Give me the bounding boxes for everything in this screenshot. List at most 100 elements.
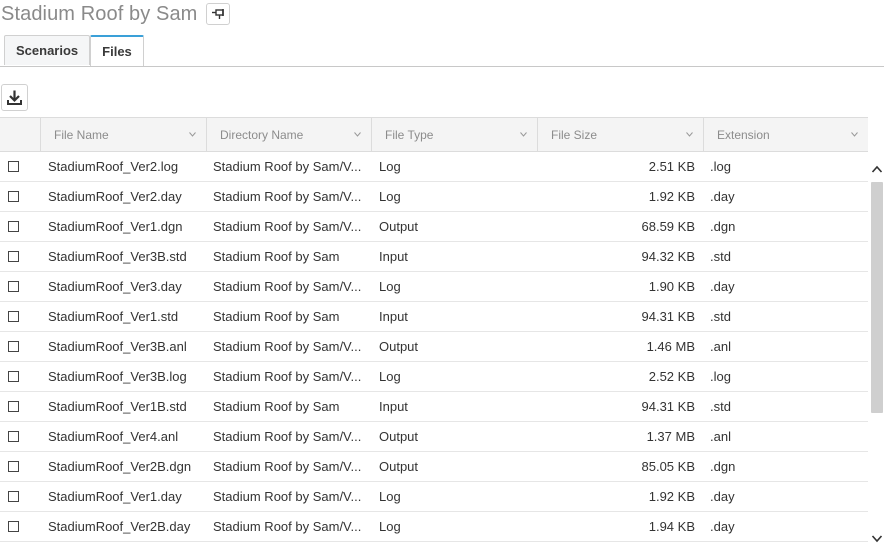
tab-scenarios[interactable]: Scenarios — [4, 35, 91, 65]
directory-name-cell: Stadium Roof by Sam/V... — [213, 219, 362, 234]
vertical-scrollbar[interactable] — [868, 152, 886, 544]
title-row: Stadium Roof by Sam — [0, 0, 231, 28]
file-type-cell: Log — [379, 519, 401, 534]
row-checkbox[interactable] — [8, 341, 19, 352]
row-checkbox[interactable] — [8, 221, 19, 232]
column-header-label: Extension — [717, 127, 770, 142]
download-button[interactable] — [1, 84, 28, 111]
row-checkbox[interactable] — [8, 281, 19, 292]
file-size-cell: 1.94 KB — [648, 519, 695, 534]
file-size-cell: 68.59 KB — [641, 219, 696, 234]
file-name-cell: StadiumRoof_Ver1.dgn — [48, 219, 183, 234]
row-checkbox[interactable] — [8, 401, 19, 412]
directory-name-cell: Stadium Roof by Sam/V... — [213, 189, 362, 204]
scroll-down-icon[interactable] — [871, 534, 883, 544]
directory-name-cell: Stadium Roof by Sam/V... — [213, 519, 362, 534]
file-name-cell: StadiumRoof_Ver4.anl — [48, 429, 179, 444]
chevron-down-icon[interactable] — [520, 131, 527, 138]
directory-name-cell: Stadium Roof by Sam — [213, 249, 340, 264]
column-header-file-size[interactable]: File Size — [537, 118, 703, 151]
table-row[interactable]: StadiumRoof_Ver3.day Stadium Roof by Sam/… — [0, 272, 868, 302]
row-checkbox[interactable] — [8, 371, 19, 382]
table-row[interactable]: StadiumRoof_Ver1.std Stadium Roof by Sam I… — [0, 302, 868, 332]
table-row[interactable]: StadiumRoof_Ver4.anl Stadium Roof by Sam/… — [0, 422, 868, 452]
row-checkbox[interactable] — [8, 461, 19, 472]
file-name-cell: StadiumRoof_Ver3B.anl — [48, 339, 187, 354]
file-name-cell: StadiumRoof_Ver1.day — [48, 489, 182, 504]
file-type-cell: Log — [379, 159, 401, 174]
extension-cell: .day — [710, 489, 735, 504]
grid-header: File Name Directory Name File Type File … — [0, 117, 868, 152]
column-header-file-type[interactable]: File Type — [371, 118, 537, 151]
file-grid-body: StadiumRoof_Ver2.log Stadium Roof by Sam/… — [0, 152, 868, 542]
directory-name-cell: Stadium Roof by Sam/V... — [213, 369, 362, 384]
scrollbar-thumb[interactable] — [871, 182, 883, 413]
extension-cell: .std — [710, 249, 731, 264]
table-row[interactable]: StadiumRoof_Ver2B.day Stadium Roof by Sam… — [0, 512, 868, 542]
file-type-cell: Log — [379, 489, 401, 504]
file-name-cell: StadiumRoof_Ver3B.log — [48, 369, 187, 384]
file-type-cell: Log — [379, 369, 401, 384]
row-checkbox[interactable] — [8, 491, 19, 502]
file-name-cell: StadiumRoof_Ver1.std — [48, 309, 179, 324]
file-type-cell: Log — [379, 279, 401, 294]
file-type-cell: Output — [379, 429, 419, 444]
row-checkbox[interactable] — [8, 431, 19, 442]
table-row[interactable]: StadiumRoof_Ver1B.std Stadium Roof by Sam… — [0, 392, 868, 422]
directory-name-cell: Stadium Roof by Sam/V... — [213, 429, 362, 444]
chevron-down-icon[interactable] — [189, 131, 196, 138]
download-icon — [7, 90, 22, 105]
file-size-cell: 1.90 KB — [648, 279, 695, 294]
column-header-directory-name[interactable]: Directory Name — [206, 118, 371, 151]
chevron-down-icon[interactable] — [354, 131, 361, 138]
column-header-file-name[interactable]: File Name — [40, 118, 206, 151]
chevron-down-icon[interactable] — [851, 131, 858, 138]
column-header-label: File Size — [551, 127, 598, 142]
column-header-extension[interactable]: Extension — [703, 118, 868, 151]
tab-divider — [0, 66, 884, 67]
extension-cell: .anl — [710, 429, 731, 444]
file-name-cell: StadiumRoof_Ver2.log — [48, 159, 179, 174]
file-name-cell: StadiumRoof_Ver2B.dgn — [48, 459, 192, 474]
table-row[interactable]: StadiumRoof_Ver3B.anl Stadium Roof by Sam… — [0, 332, 868, 362]
directory-name-cell: Stadium Roof by Sam — [213, 309, 340, 324]
file-type-cell: Output — [379, 339, 419, 354]
tab-bar: Scenarios Files — [4, 35, 144, 66]
directory-name-cell: Stadium Roof by Sam/V... — [213, 339, 362, 354]
pin-icon — [212, 9, 225, 19]
column-header-label: File Type — [385, 127, 434, 142]
scroll-up-icon[interactable] — [871, 164, 883, 174]
table-row[interactable]: StadiumRoof_Ver2B.dgn Stadium Roof by Sam… — [0, 452, 868, 482]
row-checkbox[interactable] — [8, 311, 19, 322]
file-type-cell: Input — [379, 249, 408, 264]
row-checkbox[interactable] — [8, 191, 19, 202]
table-row[interactable]: StadiumRoof_Ver2.log Stadium Roof by Sam/… — [0, 152, 868, 182]
directory-name-cell: Stadium Roof by Sam/V... — [213, 489, 362, 504]
column-header-label: File Name — [54, 127, 109, 142]
row-checkbox[interactable] — [8, 251, 19, 262]
file-size-cell: 2.51 KB — [648, 159, 695, 174]
table-row[interactable]: StadiumRoof_Ver1.dgn Stadium Roof by Sam/… — [0, 212, 868, 242]
file-name-cell: StadiumRoof_Ver2B.day — [48, 519, 191, 534]
file-size-cell: 1.92 KB — [648, 189, 695, 204]
column-header-label: Directory Name — [220, 127, 304, 142]
chevron-down-icon[interactable] — [686, 131, 693, 138]
file-size-cell: 1.37 MB — [646, 429, 695, 444]
row-checkbox[interactable] — [8, 161, 19, 172]
extension-cell: .log — [710, 369, 731, 384]
extension-cell: .log — [710, 159, 731, 174]
table-row[interactable]: StadiumRoof_Ver3B.log Stadium Roof by Sam… — [0, 362, 868, 392]
file-size-cell: 85.05 KB — [641, 459, 696, 474]
row-checkbox[interactable] — [8, 521, 19, 532]
page-title: Stadium Roof by Sam — [1, 2, 198, 25]
table-row[interactable]: StadiumRoof_Ver1.day Stadium Roof by Sam/… — [0, 482, 868, 512]
table-row[interactable]: StadiumRoof_Ver3B.std Stadium Roof by Sam… — [0, 242, 868, 272]
table-row[interactable]: StadiumRoof_Ver2.day Stadium Roof by Sam/… — [0, 182, 868, 212]
pin-button[interactable] — [206, 3, 231, 25]
tab-files[interactable]: Files — [90, 35, 144, 66]
file-size-cell: 2.52 KB — [648, 369, 695, 384]
header-select-cell — [0, 118, 40, 151]
directory-name-cell: Stadium Roof by Sam/V... — [213, 279, 362, 294]
extension-cell: .day — [710, 189, 735, 204]
extension-cell: .std — [710, 309, 731, 324]
